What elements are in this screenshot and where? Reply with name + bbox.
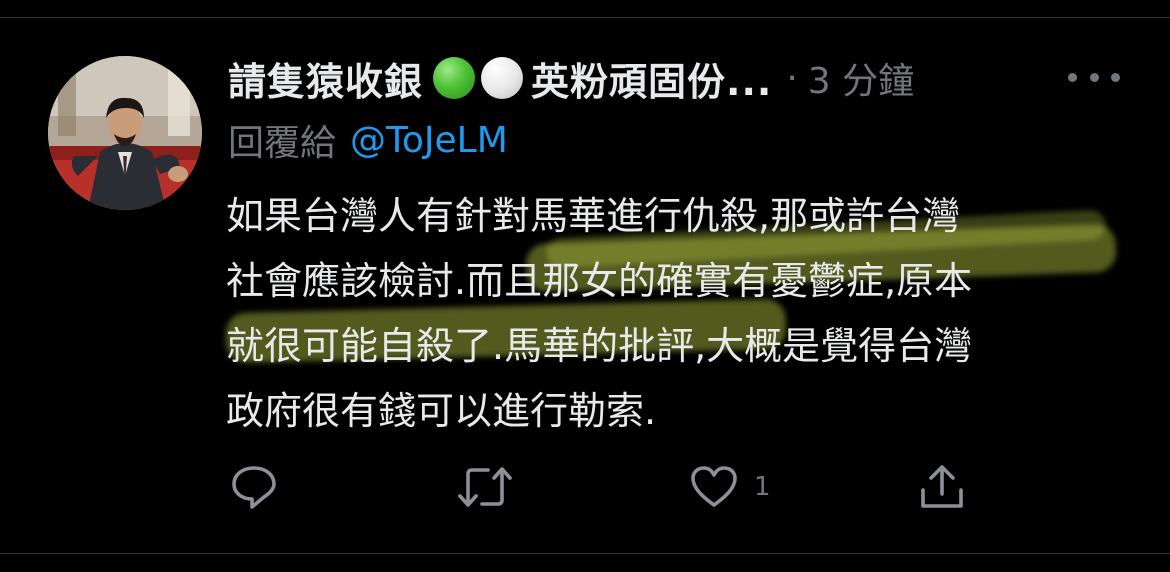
- heart-icon: [691, 466, 737, 507]
- display-name[interactable]: 請隻猿收銀: [228, 51, 423, 106]
- more-options-button[interactable]: [1068, 58, 1120, 96]
- reply-handle-link[interactable]: @ToJeLM: [350, 120, 508, 161]
- white-circle-icon: [481, 57, 524, 99]
- tweet-text-line: 政府很有錢可以進行勒索.: [226, 389, 657, 433]
- tweet-text: 如果台灣人有針對馬華進行仇殺,那或許台灣 社會應該檢討.而且那女的確實有憂鬱症,…: [225, 184, 1126, 444]
- reply-button[interactable]: [230, 462, 278, 512]
- green-circle-icon: [433, 57, 476, 99]
- share-button[interactable]: [918, 462, 966, 512]
- tweet-text-line: 如果台灣人有針對馬華進行仇殺,那或許台灣: [226, 194, 961, 238]
- tweet-text-line: 社會應該檢討.而且那女的確實有憂鬱症,原本: [226, 259, 973, 303]
- share-icon: [921, 465, 963, 508]
- tweet-text-line: 就很可能自殺了.馬華的批評,大概是覺得台灣: [226, 324, 973, 368]
- reply-context: 回覆給 @ToJeLM: [228, 116, 508, 165]
- tweet-header: 請隻猿收銀 英粉頑固份... · 3 分鐘: [228, 52, 1128, 104]
- more-dot-icon: [1111, 72, 1120, 82]
- like-button[interactable]: 1: [690, 462, 771, 512]
- bottom-divider: [0, 553, 1170, 554]
- timestamp[interactable]: 3 分鐘: [808, 52, 914, 104]
- retweet-icon: [458, 467, 512, 507]
- reply-icon: [232, 466, 276, 509]
- display-name-suffix[interactable]: 英粉頑固份...: [531, 51, 772, 106]
- avatar[interactable]: [48, 56, 202, 210]
- like-count: 1: [754, 472, 771, 502]
- separator-dot: ·: [786, 57, 798, 99]
- reply-prefix: 回覆給: [228, 123, 337, 164]
- more-dot-icon: [1068, 72, 1077, 82]
- retweet-button[interactable]: [458, 462, 512, 512]
- avatar-photo: [48, 56, 202, 210]
- tweet-actions: 1: [0, 462, 1170, 512]
- more-dot-icon: [1089, 72, 1099, 82]
- top-divider: [0, 0, 1170, 18]
